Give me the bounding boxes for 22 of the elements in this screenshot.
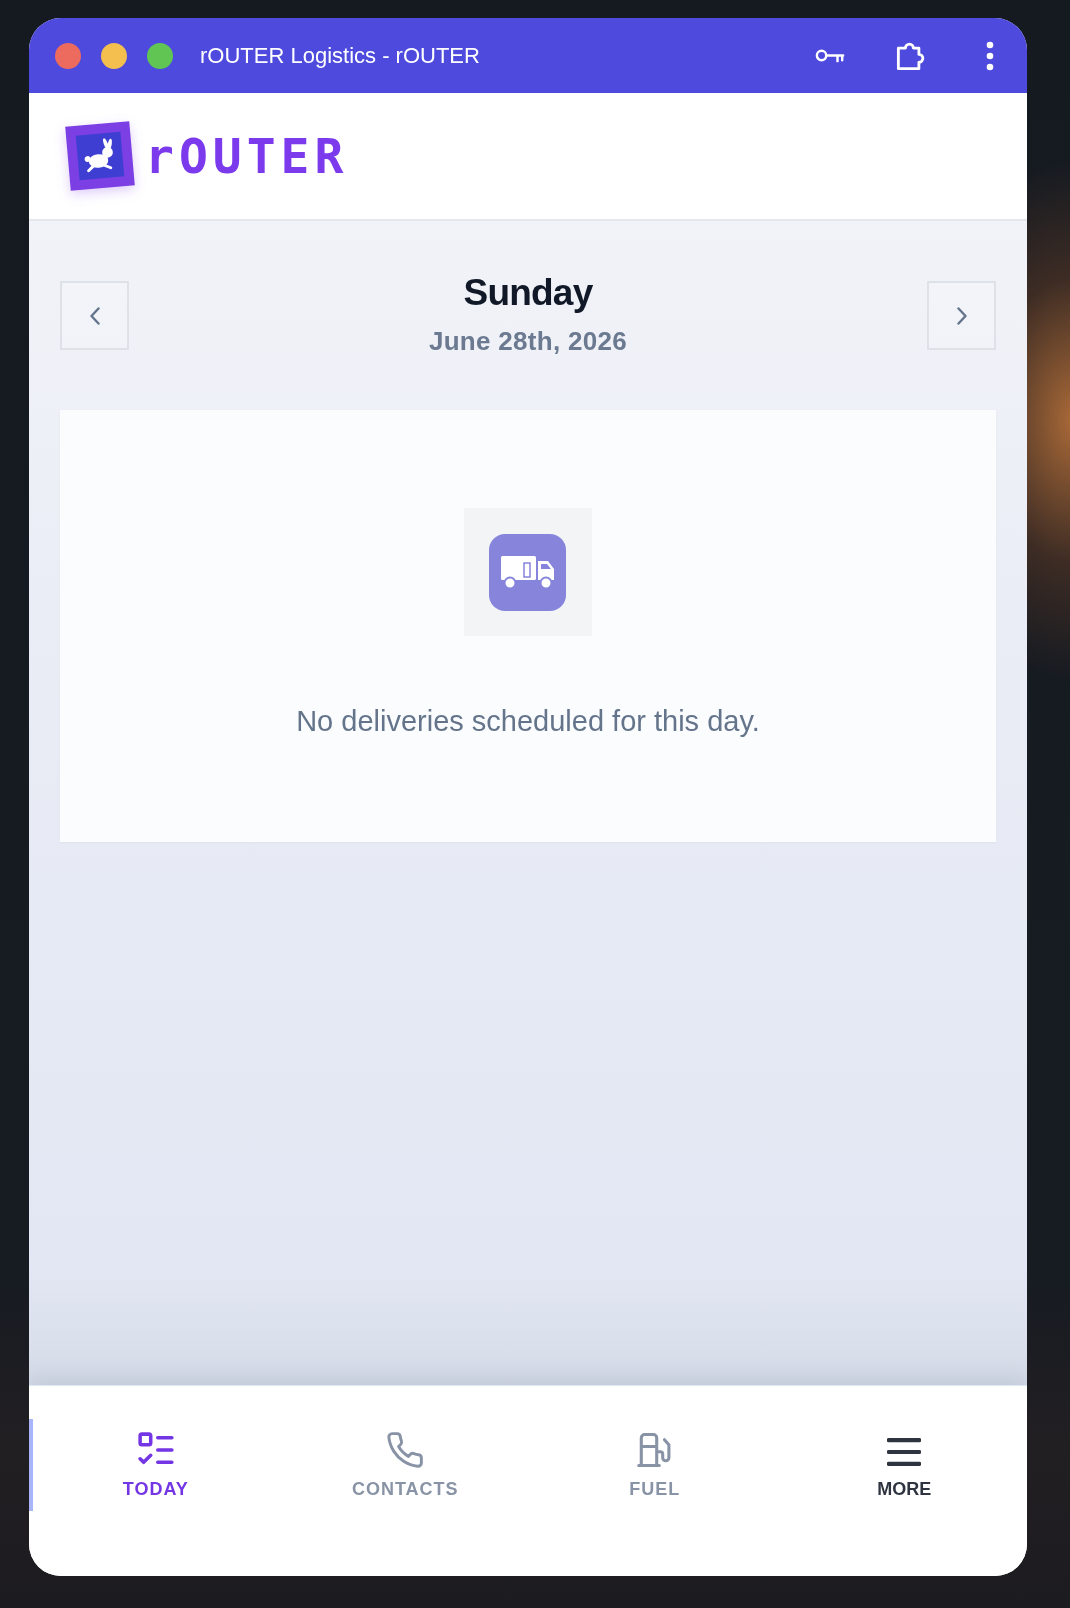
- empty-state-message: No deliveries scheduled for this day.: [296, 704, 760, 739]
- close-window-icon[interactable]: [55, 42, 81, 69]
- window-title: rOUTER Logistics - rOUTER: [200, 42, 480, 69]
- truck-icon: [464, 508, 592, 636]
- maximize-window-icon[interactable]: [147, 42, 173, 69]
- date-subtitle: June 28th, 2026: [428, 325, 628, 357]
- brand-wordmark[interactable]: rOUTER: [145, 132, 349, 180]
- nav-tab[interactable]: FUEL: [528, 1419, 778, 1511]
- minimize-window-icon[interactable]: [101, 42, 127, 69]
- puzzle-piece-icon[interactable]: [896, 40, 926, 71]
- more-menu-button[interactable]: MORE: [777, 1419, 1027, 1511]
- nav-tab[interactable]: CONTACTS: [278, 1419, 528, 1511]
- fuel-pump-icon: [636, 1432, 673, 1468]
- phone-icon: [387, 1432, 424, 1468]
- nav-tab[interactable]: TODAY: [29, 1419, 279, 1511]
- key-icon[interactable]: [815, 47, 845, 64]
- chevron-left-icon: [89, 306, 100, 325]
- chevron-right-icon: [956, 306, 967, 325]
- day-title: Sunday: [463, 271, 593, 315]
- menu-icon: [887, 1437, 922, 1467]
- more-options-icon[interactable]: [986, 40, 994, 71]
- rabbit-logo-icon[interactable]: [63, 119, 137, 193]
